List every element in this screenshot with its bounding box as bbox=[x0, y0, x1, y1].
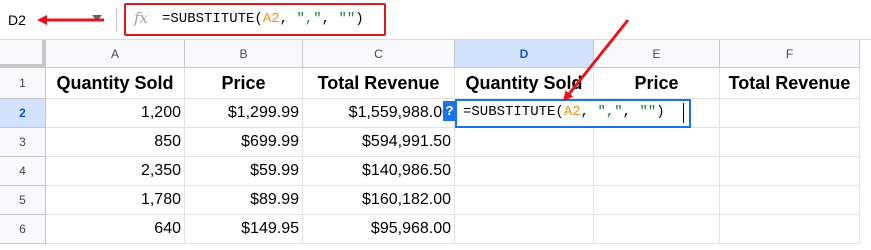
spreadsheet-screenshot: D2 fx =SUBSTITUTE(A2, ",", "") ABCDEF123… bbox=[0, 0, 871, 250]
arrow-to-active-cell bbox=[563, 19, 630, 102]
annotation-arrows bbox=[37, 15, 630, 102]
